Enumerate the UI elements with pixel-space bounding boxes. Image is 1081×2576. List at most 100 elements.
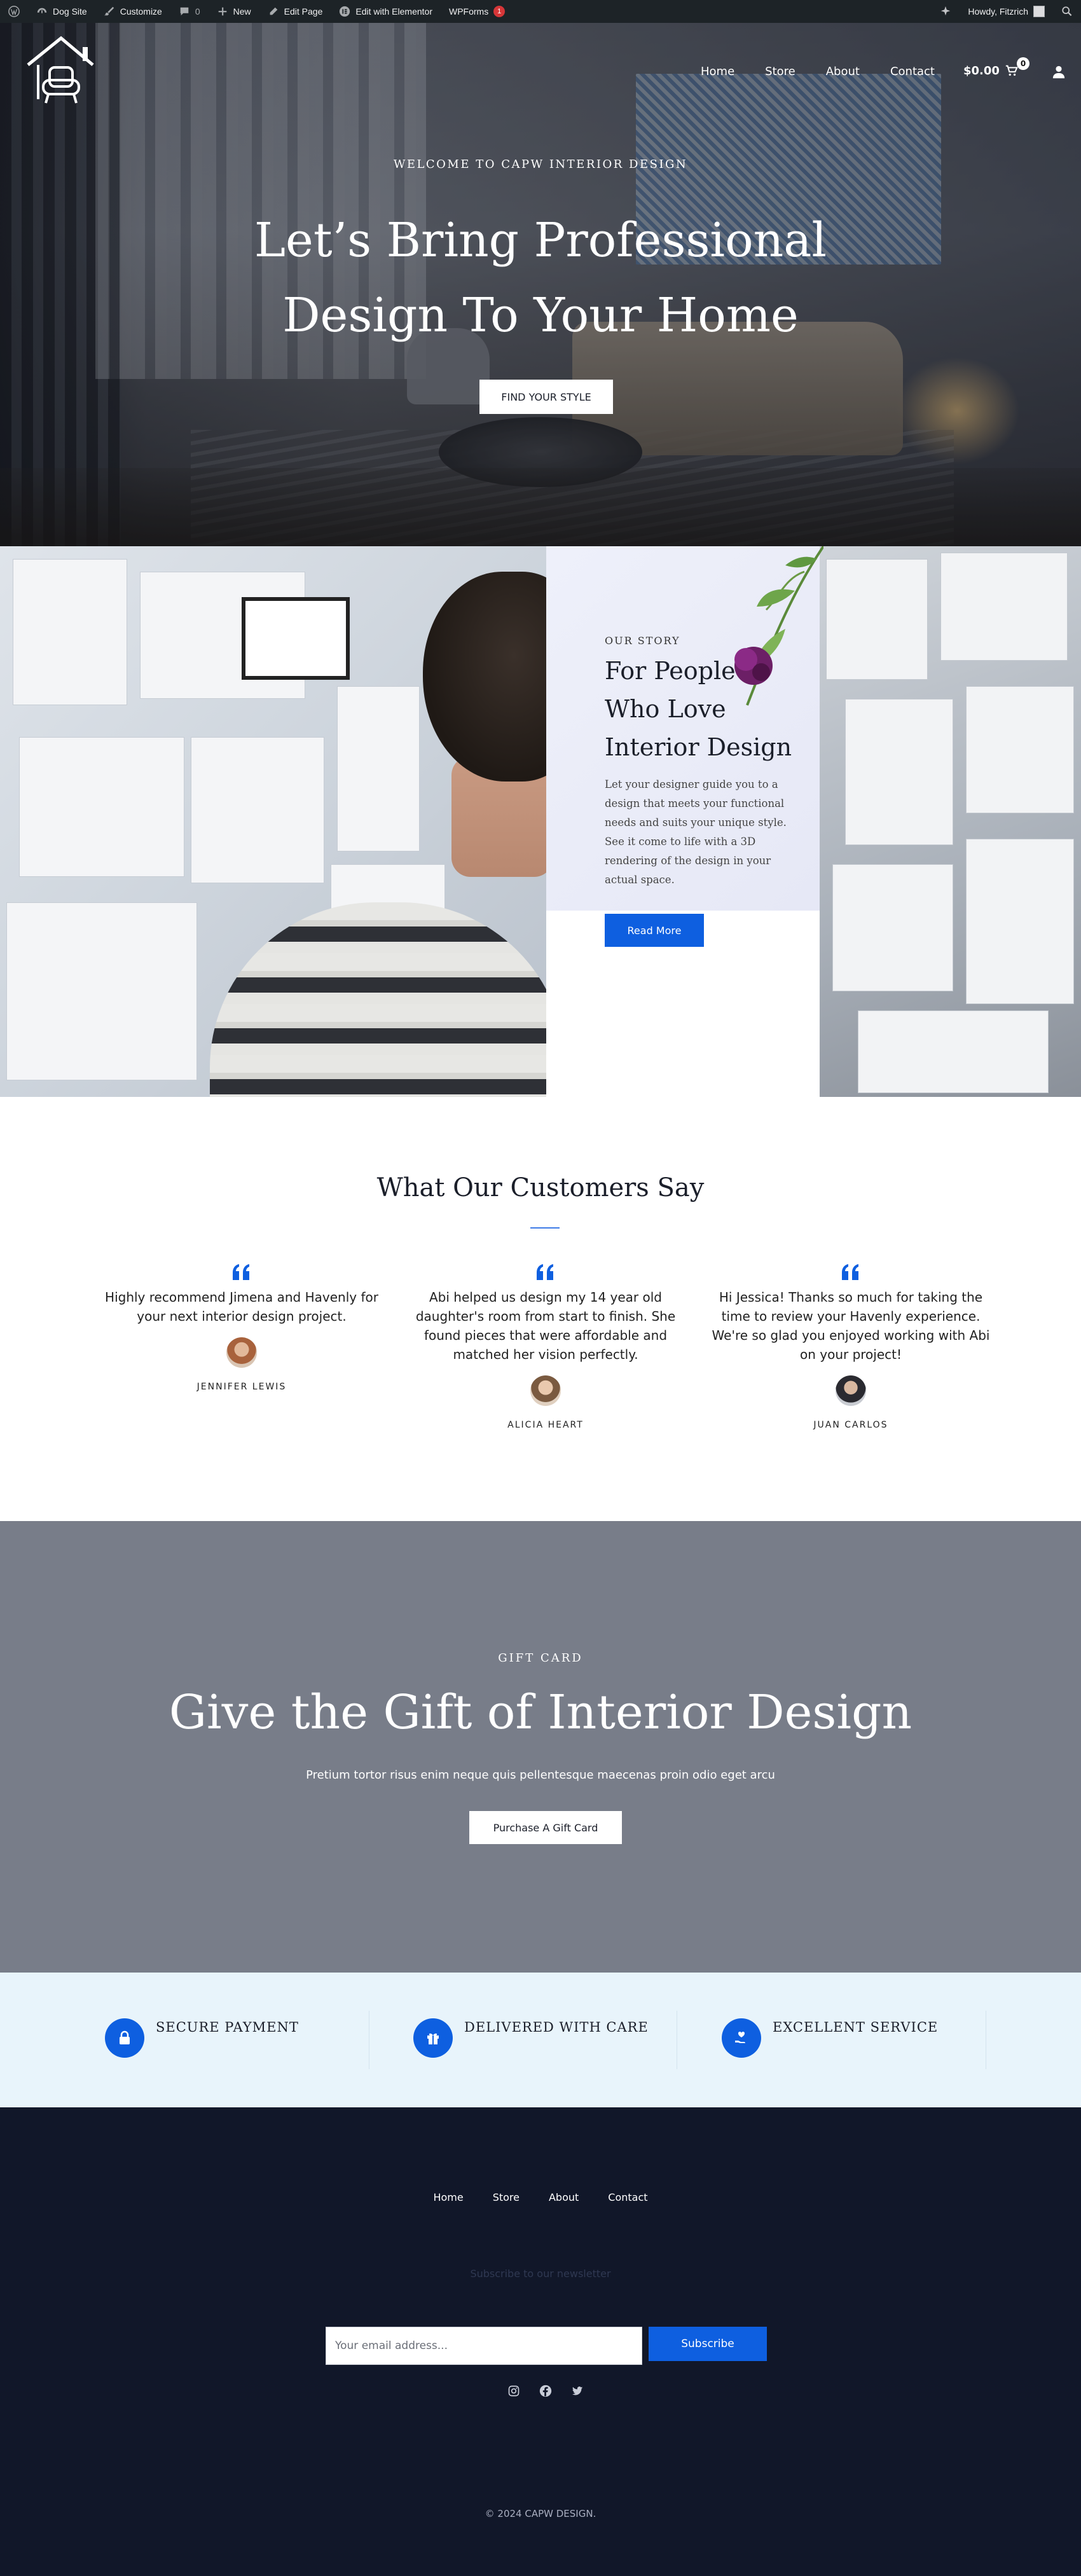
cart-total: $0.00 xyxy=(963,64,1000,78)
features-bar: SECURE PAYMENT DELIVERED WITH CARE EXCEL… xyxy=(0,1973,1081,2107)
copyright-text: © 2024 CAPW DESIGN. xyxy=(485,2508,596,2519)
admin-edit-page-link[interactable]: Edit Page xyxy=(259,0,331,23)
admin-customize-link[interactable]: Customize xyxy=(95,0,170,23)
instagram-icon[interactable] xyxy=(506,2383,521,2399)
wordpress-logo-icon[interactable] xyxy=(0,0,28,23)
wp-admin-bar: Dog Site Customize 0 New Edit Page Edit … xyxy=(0,0,1081,23)
lock-icon xyxy=(105,2018,144,2058)
testimonial-author: ALICIA HEART xyxy=(507,1420,584,1430)
nav-store[interactable]: Store xyxy=(765,65,795,78)
nav-home[interactable]: Home xyxy=(701,65,734,78)
admin-wpforms-link[interactable]: WPForms 1 xyxy=(441,0,513,23)
admin-elementor-label: Edit with Elementor xyxy=(355,6,432,17)
admin-elementor-link[interactable]: Edit with Elementor xyxy=(331,0,441,23)
purchase-gift-card-button[interactable]: Purchase A Gift Card xyxy=(469,1811,622,1844)
testimonials-title: What Our Customers Say xyxy=(376,1173,705,1202)
brush-icon xyxy=(104,6,114,16)
account-button[interactable] xyxy=(1052,65,1066,82)
testimonial-text: Highly recommend Jimena and Havenly for … xyxy=(105,1290,378,1324)
hero-title-line-1: Let’s Bring Professional xyxy=(254,213,827,268)
facebook-icon[interactable] xyxy=(538,2383,553,2399)
quote-icon xyxy=(842,1264,858,1280)
testimonial-card: Abi helped us design my 14 year old daug… xyxy=(406,1264,685,1430)
admin-customize-label: Customize xyxy=(120,6,162,17)
gift-card-kicker: GIFT CARD xyxy=(498,1651,583,1665)
admin-site-link[interactable]: Dog Site xyxy=(28,0,95,23)
avatar xyxy=(226,1337,257,1368)
site-logo[interactable] xyxy=(25,36,95,109)
gift-card-section: GIFT CARD Give the Gift of Interior Desi… xyxy=(0,1521,1081,1973)
search-icon xyxy=(1062,6,1072,17)
pencil-icon xyxy=(270,7,277,15)
cart-count-badge: 0 xyxy=(1017,57,1029,70)
title-divider xyxy=(530,1227,560,1229)
admin-search-button[interactable] xyxy=(1053,0,1081,23)
feature-delivered-with-care: DELIVERED WITH CARE xyxy=(413,2018,680,2058)
feature-excellent-service: EXCELLENT SERVICE xyxy=(722,2018,989,2058)
admin-comments-link[interactable]: 0 xyxy=(170,0,209,23)
footer-nav-about[interactable]: About xyxy=(549,2191,579,2203)
testimonial-author: JUAN CARLOS xyxy=(813,1420,888,1430)
hero-title: Let’s Bring Professional Design To Your … xyxy=(0,203,1081,353)
twitter-icon[interactable] xyxy=(570,2383,585,2399)
quote-icon xyxy=(537,1264,553,1280)
admin-edit-page-label: Edit Page xyxy=(284,6,323,17)
story-section xyxy=(0,546,1081,1097)
sparkle-icon xyxy=(941,6,951,16)
hero-kicker: WELCOME TO CAPW INTERIOR DESIGN xyxy=(393,158,688,171)
house-armchair-logo-icon xyxy=(27,36,94,104)
testimonial-card: Hi Jessica! Thanks so much for taking th… xyxy=(711,1264,991,1430)
gift-card-title: Give the Gift of Interior Design xyxy=(169,1685,912,1740)
elementor-icon xyxy=(340,6,350,17)
subscribe-button[interactable]: Subscribe xyxy=(649,2327,767,2361)
wpforms-notification-badge: 1 xyxy=(493,6,506,17)
testimonial-card: Highly recommend Jimena and Havenly for … xyxy=(102,1264,382,1392)
nav-about[interactable]: About xyxy=(826,65,860,78)
gift-box-icon xyxy=(413,2018,453,2058)
read-more-button[interactable]: Read More xyxy=(605,914,704,947)
admin-wpforms-label: WPForms xyxy=(448,6,489,17)
person-head xyxy=(423,572,546,782)
admin-new-label: New xyxy=(233,6,251,17)
feature-label: EXCELLENT SERVICE xyxy=(773,2020,939,2035)
user-icon xyxy=(1052,65,1065,79)
admin-new-link[interactable]: New xyxy=(209,0,259,23)
gift-card-subtitle: Pretium tortor risus enim neque quis pel… xyxy=(306,1768,775,1782)
social-links xyxy=(506,2383,585,2399)
feature-label: SECURE PAYMENT xyxy=(156,2020,299,2035)
story-kicker: OUR STORY xyxy=(605,635,680,647)
footer-nav: Home Store About Contact xyxy=(0,2191,1081,2203)
moodboard-photo xyxy=(820,546,1081,1097)
admin-howdy-text: Howdy, Fitzrich xyxy=(968,6,1028,17)
story-title: For People Who Love Interior Design xyxy=(605,657,792,761)
testimonial-text: Hi Jessica! Thanks so much for taking th… xyxy=(712,1290,990,1362)
footer-nav-contact[interactable]: Contact xyxy=(608,2191,647,2203)
story-text-block: OUR STORY For People Who Love Interior D… xyxy=(605,635,795,947)
footer-nav-home[interactable]: Home xyxy=(433,2191,463,2203)
feature-label: DELIVERED WITH CARE xyxy=(464,2020,649,2035)
main-nav: Home Store About Contact xyxy=(701,65,965,78)
quote-icon xyxy=(233,1264,249,1280)
hero-title-line-2: Design To Your Home xyxy=(282,288,799,343)
avatar xyxy=(530,1375,561,1406)
testimonial-text: Abi helped us design my 14 year old daug… xyxy=(415,1290,676,1362)
find-your-style-button[interactable]: FIND YOUR STYLE xyxy=(479,380,613,414)
site-header: Home Store About Contact $0.00 0 xyxy=(0,23,1081,125)
nav-contact[interactable]: Contact xyxy=(890,65,935,78)
header-cart[interactable]: $0.00 0 xyxy=(963,57,1029,78)
admin-comments-count: 0 xyxy=(195,6,200,17)
plus-icon xyxy=(218,7,226,16)
comment-bubble-icon xyxy=(180,7,189,16)
hand-heart-icon xyxy=(722,2018,761,2058)
email-field[interactable] xyxy=(326,2327,642,2365)
admin-ai-link[interactable] xyxy=(932,0,960,23)
dashboard-icon xyxy=(37,8,47,13)
testimonials-section: What Our Customers Say Highly recommend … xyxy=(0,1097,1081,1521)
site-footer: Home Store About Contact Subscribe to ou… xyxy=(0,2107,1081,2576)
story-body: Let your designer guide you to a design … xyxy=(605,778,787,886)
footer-nav-store[interactable]: Store xyxy=(493,2191,520,2203)
admin-account-link[interactable]: Howdy, Fitzrich xyxy=(960,0,1053,23)
person-sweater xyxy=(210,902,546,1097)
admin-avatar xyxy=(1033,6,1045,17)
admin-site-name: Dog Site xyxy=(53,6,87,17)
